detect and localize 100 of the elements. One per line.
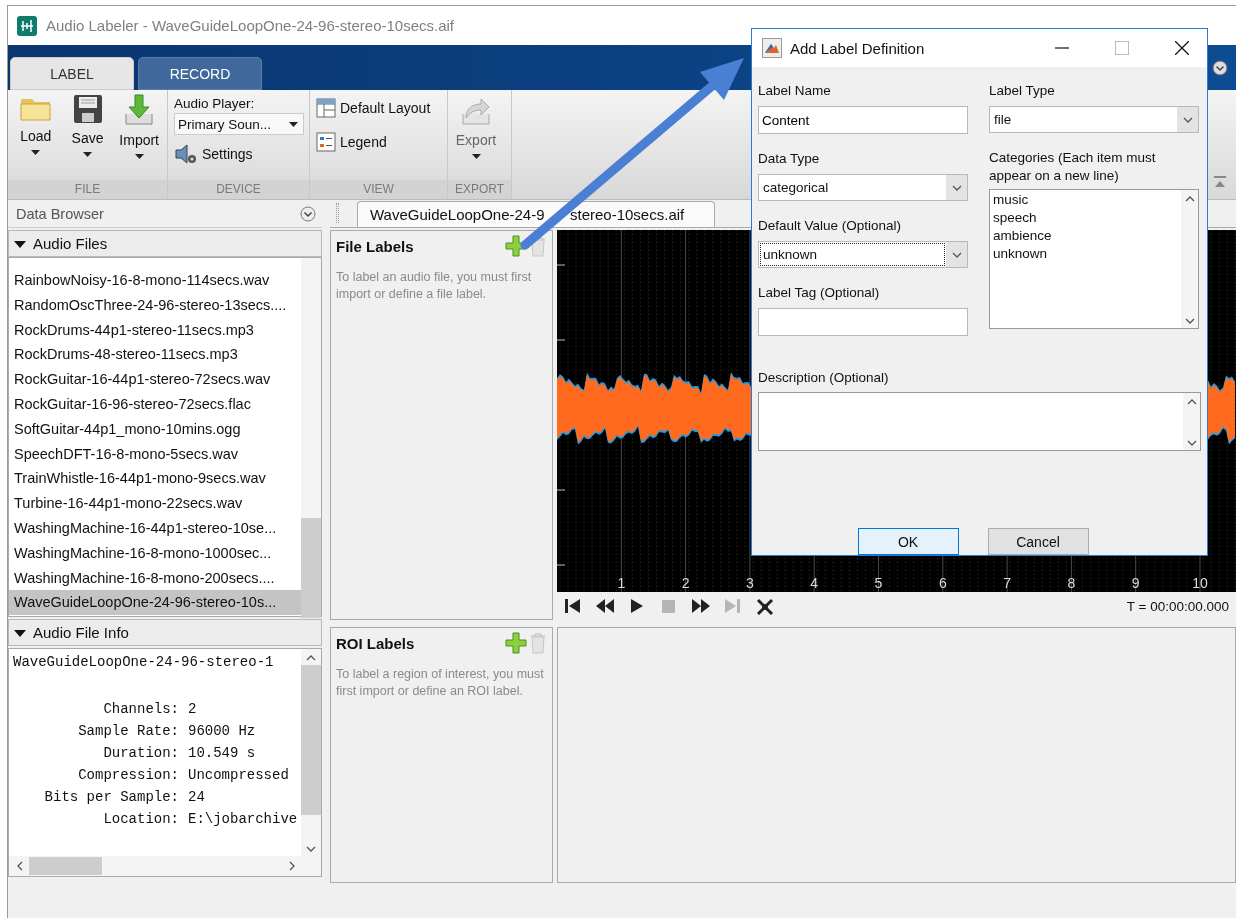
ribbon-group-label: FILE [8, 180, 167, 199]
file-list-item[interactable]: SpeechDFT-16-8-mono-5secs.wav [9, 441, 301, 467]
info-value: 2 [188, 700, 198, 719]
data-type-dropdown[interactable]: categorical [758, 174, 968, 201]
ribbon-group-label: DEVICE [168, 180, 309, 199]
chevron-down-icon[interactable] [951, 184, 962, 191]
collapse-ribbon-icon[interactable] [1213, 175, 1227, 189]
file-list-item[interactable]: RandomOscThree-24-96-stereo-13secs.... [9, 292, 301, 318]
section-header[interactable]: Audio Files [8, 230, 322, 257]
legend-button[interactable]: Legend [316, 132, 442, 152]
axis-tick-label: 4 [810, 575, 819, 591]
default-value-dropdown[interactable]: unknown [758, 241, 968, 268]
skip-to-start-icon[interactable] [563, 597, 583, 615]
import-button[interactable]: Import [117, 92, 161, 180]
categories-field[interactable]: music speech ambience unknown [989, 189, 1199, 329]
file-name-text: WaveGuideLoopOne-24-96-stereo-1 [13, 654, 275, 672]
file-list-item[interactable]: RockDrums-48-stereo-11secs.mp3 [9, 342, 301, 368]
save-button[interactable]: Save [65, 92, 110, 180]
field-label: Label Type [989, 82, 1056, 100]
axis-tick-label: 7 [1003, 575, 1011, 591]
chevron-down-icon[interactable] [1186, 440, 1197, 446]
chevron-down-icon[interactable] [951, 251, 962, 258]
caret-icon [134, 154, 144, 159]
scrollbar[interactable] [1181, 190, 1198, 328]
section-header[interactable]: Audio File Info [8, 619, 322, 646]
fast-forward-icon[interactable] [691, 597, 711, 615]
panel-title: ROI Labels [336, 634, 415, 652]
download-arrow-icon [123, 94, 156, 126]
axis-tick-label: 1 [617, 575, 626, 591]
info-label: Channels: [102, 700, 179, 719]
chevron-right-icon[interactable] [289, 861, 295, 871]
label-tag-field[interactable] [758, 308, 968, 336]
ribbon-tab[interactable]: LABEL [10, 57, 134, 90]
load-button[interactable]: Load [14, 92, 58, 180]
dropdown-icon[interactable] [1212, 59, 1228, 76]
audio-player-label: Audio Player: [174, 96, 256, 111]
ribbon-tab[interactable]: RECORD [138, 57, 262, 90]
category-line: speech [993, 209, 1038, 227]
file-list-item[interactable]: WashingMachine-16-8-mono-200secs.... [9, 565, 301, 591]
label-name-field[interactable]: Content [758, 106, 968, 134]
file-list-item[interactable]: RockDrums-44p1-stereo-11secs.mp3 [9, 317, 301, 343]
field-label: Label Tag (Optional) [758, 284, 881, 302]
rewind-icon[interactable] [595, 597, 615, 615]
cancel-button[interactable]: Cancel [987, 528, 1089, 555]
label-type-dropdown[interactable]: file [989, 106, 1199, 133]
file-list-item[interactable]: RockGuitar-16-96-stereo-72secs.flac [9, 392, 301, 417]
info-value: Uncompressed [188, 766, 290, 785]
caret-icon [31, 150, 41, 155]
file-list-item[interactable]: RainbowNoisy-16-8-mono-114secs.wav [9, 268, 301, 293]
ok-button[interactable]: OK [857, 528, 959, 555]
panel-title: File Labels [336, 237, 414, 255]
scrollbar[interactable] [9, 856, 321, 876]
axis-tick-label: 8 [1067, 575, 1076, 591]
field-label: Categories (Each item must appear on a new line) [989, 149, 1157, 185]
add-icon[interactable] [505, 235, 527, 257]
info-value: 24 [188, 788, 206, 807]
field-label: Data Type [758, 150, 821, 168]
file-list-item[interactable]: WaveGuideLoopOne-24-96-stereo-10s... [9, 590, 301, 616]
info-label: Compression: [77, 766, 179, 785]
ribbon-group-label: EXPORT [448, 180, 511, 199]
file-list-item[interactable]: TrainWhistle-16-44p1-mono-9secs.wav [9, 466, 301, 492]
scrollbar[interactable] [301, 649, 321, 856]
app-icon [762, 38, 782, 58]
audio-player-dropdown[interactable]: Primary Soun... [174, 113, 304, 135]
file-list-item[interactable]: WashingMachine-16-44p1-stereo-10se... [9, 515, 301, 541]
field-label: Description (Optional) [758, 369, 890, 387]
chevron-up-icon[interactable] [1186, 399, 1197, 405]
chevron-up-icon[interactable] [1184, 196, 1195, 202]
dialog-title: Add Label Definition [790, 39, 925, 57]
scrollbar[interactable] [1183, 393, 1200, 450]
axis-tick-label: 3 [746, 575, 754, 591]
axis-tick-label: 5 [874, 575, 883, 591]
field-label: Default Value (Optional) [758, 217, 903, 235]
info-label: Sample Rate: [77, 722, 179, 741]
file-list-item[interactable]: WashingMachine-16-8-mono-1000sec... [9, 540, 301, 566]
app-icon [17, 15, 37, 36]
caret-icon [471, 154, 481, 159]
chevron-down-icon[interactable] [1182, 116, 1193, 123]
info-value: E:\jobarchive [188, 810, 299, 829]
speaker-icon [174, 143, 198, 165]
description-field[interactable] [758, 392, 1201, 451]
chevron-down-icon[interactable] [306, 846, 316, 852]
layout-grid-icon [316, 98, 336, 118]
close-button[interactable] [1175, 41, 1189, 55]
default-layout-button[interactable]: Default Layout [316, 98, 442, 118]
info-label: Location: [102, 810, 179, 829]
dropdown-icon[interactable] [300, 205, 316, 222]
hint-text: To label an audio file, you must first import or define a file label. [336, 269, 533, 303]
chevron-left-icon[interactable] [17, 861, 23, 871]
chevron-up-icon[interactable] [306, 655, 316, 661]
file-list-item[interactable]: Turbine-16-44p1-mono-22secs.wav [9, 491, 301, 516]
axis-tick-label: 9 [1131, 575, 1140, 591]
chevron-down-icon[interactable] [1184, 318, 1195, 324]
document-tab[interactable]: WaveGuideLoopOne-24-9 stereo-10secs.aif [357, 201, 715, 227]
category-line: ambience [993, 227, 1053, 245]
settings-button[interactable]: Settings [174, 137, 304, 165]
crossed-tools-icon[interactable] [755, 597, 775, 615]
file-list-item[interactable]: SoftGuitar-44p1_mono-10mins.ogg [9, 416, 301, 442]
scrollbar[interactable] [301, 258, 321, 616]
file-list-item[interactable]: RockGuitar-16-44p1-stereo-72secs.wav [9, 367, 301, 392]
